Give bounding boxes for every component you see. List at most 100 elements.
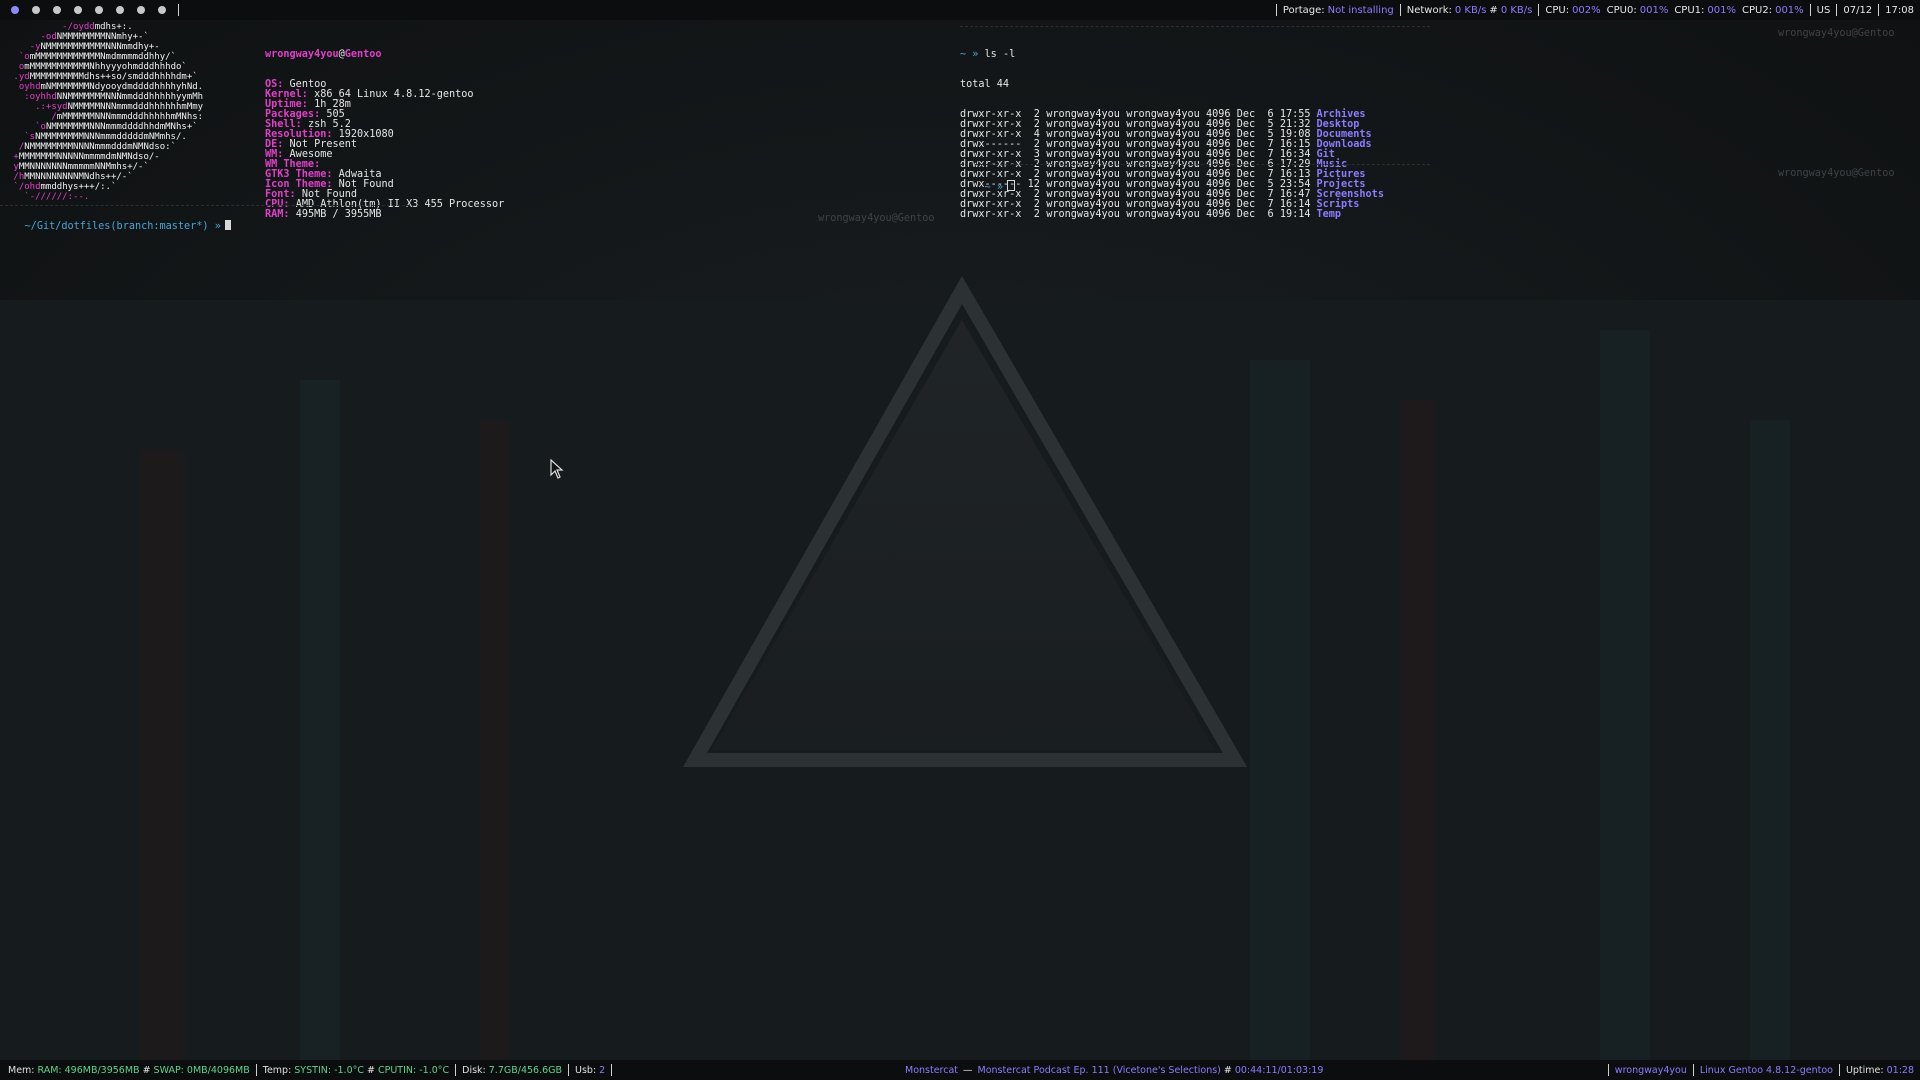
shell-prompt-right[interactable]: ~ » — [960, 170, 1015, 203]
cpu2-value: 001% — [1775, 4, 1804, 16]
ls-time: 19:14 — [1279, 209, 1311, 220]
divider — [1809, 4, 1811, 16]
tag-6-icon — [115, 6, 124, 14]
user-name: wrongway4you — [265, 49, 339, 60]
ls-day: 6 — [1267, 209, 1274, 220]
ls-group: wrongway4you — [1126, 209, 1200, 220]
now-playing[interactable]: Monstercat — Monstercat Podcast Ep. 111 … — [905, 1065, 1323, 1076]
divider — [1692, 1064, 1694, 1076]
disk-usage: 7.7GB/456.6GB — [488, 1064, 563, 1076]
artist-name: Monstercat — [905, 1064, 959, 1076]
ls-entry: drwxr-xr-x 2 wrongway4you wrongway4you 4096 D… — [960, 209, 1384, 220]
mouse-pointer-icon — [550, 458, 564, 483]
divider — [1878, 4, 1880, 16]
ram-usage: RAM: 496MB/3956MB — [37, 1064, 140, 1076]
terminal-watermark: wrongway4you@Gentoo — [818, 213, 935, 224]
divider — [178, 4, 179, 16]
system-stats: Mem: RAM: 496MB/3956MB # SWAP: 0MB/4096M… — [0, 1064, 618, 1076]
cpu-label: CPU: — [1545, 4, 1570, 16]
logo-line: `-//////:--. — [8, 192, 90, 202]
dash-separator: — — [963, 1064, 973, 1076]
clock[interactable]: 17:08 — [1885, 5, 1914, 16]
logo-line: `sNMMMMMMMMNNNmmmdddddmNMmhs/. — [8, 132, 187, 142]
tag-8-icon — [157, 6, 166, 14]
terminal-right[interactable]: wrongway4you@Gentoo ~ » ls -l total 44 d… — [958, 22, 1913, 219]
network-down: 0 KB/s — [1454, 4, 1487, 16]
tag-3-icon — [52, 6, 61, 14]
ls-dir-name[interactable]: Temp — [1316, 209, 1341, 220]
tag-4-icon — [73, 6, 82, 14]
ls-output: ~ » ls -l total 44 drwxr-xr-x 2 wrongway4y… — [960, 30, 1384, 240]
track-title: Monstercat Podcast Ep. 111 (Vicetone's S… — [977, 1064, 1221, 1076]
logo-line: -/oyddmdhs+:. — [8, 22, 133, 32]
text-cursor — [1006, 180, 1015, 191]
logo-line: :oyhhdNNMMMMMMMNNNmmdddhhhhhyymMh — [8, 92, 204, 102]
keyboard-layout[interactable]: US — [1817, 5, 1831, 16]
systin-temp: SYSTIN: -1.0°C — [294, 1064, 364, 1076]
info-row: RAM: 495MB / 3955MB — [265, 209, 504, 220]
pane-divider — [960, 26, 1430, 27]
cputin-temp: CPUTIN: -1.0°C — [377, 1064, 450, 1076]
cpu1-label: CPU1: — [1674, 4, 1705, 16]
logo-line: `omMMMMMMMMMMMMNmdmmmmddhhy/` — [8, 52, 176, 62]
portage-label: Portage: — [1282, 4, 1325, 16]
divider — [1399, 4, 1401, 16]
divider — [1607, 1064, 1609, 1076]
ls-perm: drwxr-xr-x — [960, 209, 1022, 220]
prompt-git-branch: (branch:master*) — [110, 221, 209, 232]
logo-line: yMMNNNNNNNmmmmmNNMmhs+/-` — [8, 162, 149, 172]
kernel-version: Linux Gentoo 4.8.12-gentoo — [1699, 1064, 1833, 1076]
pane-divider — [0, 205, 420, 206]
logo-line: `oNMMMMMMMNNNmmmddddhhdmMNhs+` — [8, 122, 198, 132]
workspace-tag-5[interactable] — [88, 0, 109, 20]
prompt-directory: ~/Git/dotfiles — [24, 221, 111, 232]
usb-label: Usb: — [575, 1064, 597, 1076]
terminal-left[interactable]: -/oyddmdhs+:. -odNMMMMMMMMNNmhy+-` -yNMM… — [8, 22, 948, 232]
workspace-tag-7[interactable] — [130, 0, 151, 20]
ls-owner: wrongway4you — [1046, 209, 1120, 220]
top-panel: Portage: Not installing Network: 0 KB/s … — [0, 0, 1920, 20]
mem-label: Mem: — [8, 1064, 35, 1076]
track-progress: 00:44:11/01:03:19 — [1234, 1064, 1324, 1076]
cpu1-value: 001% — [1707, 4, 1736, 16]
tag-5-icon — [94, 6, 103, 14]
host-name: Gentoo — [344, 49, 382, 60]
ls-rows: drwxr-xr-x 2 wrongway4you wrongway4you 4096 D… — [960, 109, 1384, 220]
divider — [1836, 4, 1838, 16]
workspace-tag-3[interactable] — [46, 0, 67, 20]
terminal-watermark-top: wrongway4you@Gentoo — [1778, 28, 1895, 39]
usb-count: 2 — [599, 1064, 606, 1076]
network-up: 0 KB/s — [1500, 4, 1533, 16]
workspace-tag-8[interactable] — [151, 0, 172, 20]
portage-status: Not installing — [1327, 4, 1394, 16]
gentoo-ascii-logo: -/oyddmdhs+:. -odNMMMMMMMMNNmhy+-` -yNMM… — [8, 22, 203, 202]
divider — [455, 1064, 457, 1076]
user-info: wrongway4you Linux Gentoo 4.8.12-gentoo … — [1602, 1064, 1920, 1076]
tag-7-icon — [136, 6, 145, 14]
ls-size: 4096 — [1206, 209, 1231, 220]
cpu-value: 002% — [1572, 4, 1601, 16]
workspace-tag-2[interactable] — [25, 0, 46, 20]
text-cursor — [224, 220, 231, 230]
workspace-tag-6[interactable] — [109, 0, 130, 20]
divider — [568, 1064, 570, 1076]
workspace-tag-1[interactable] — [4, 0, 25, 20]
shell-prompt[interactable]: ~/Git/dotfiles(branch:master*) » — [0, 210, 231, 242]
divider — [255, 1064, 257, 1076]
divider — [1275, 4, 1277, 16]
logo-line: -yNMMMMMMMMMMMNNNmmdhy+- — [8, 42, 160, 52]
prompt-symbol-2: ~ » — [984, 182, 1003, 193]
prompt-arrow: » — [214, 221, 221, 232]
logo-line: omMMMMMMMMMMMNhhyyyohmdddhhhdo` — [8, 62, 187, 72]
disk-label: Disk: — [462, 1064, 486, 1076]
uptime-value: 01:28 — [1886, 1064, 1914, 1076]
divider — [611, 1064, 613, 1076]
divider — [1538, 4, 1540, 16]
date-display[interactable]: 07/12 — [1843, 5, 1872, 16]
bottom-panel: Mem: RAM: 496MB/3956MB # SWAP: 0MB/4096M… — [0, 1060, 1920, 1080]
info-value: 495MB / 3955MB — [295, 209, 382, 220]
prompt-symbol: ~ » — [960, 49, 979, 60]
workspace-tag-4[interactable] — [67, 0, 88, 20]
logo-line: /NMMMMMMMMNNNNmmmdddmNMNdso:` — [8, 142, 176, 152]
info-key: RAM: — [265, 209, 290, 220]
